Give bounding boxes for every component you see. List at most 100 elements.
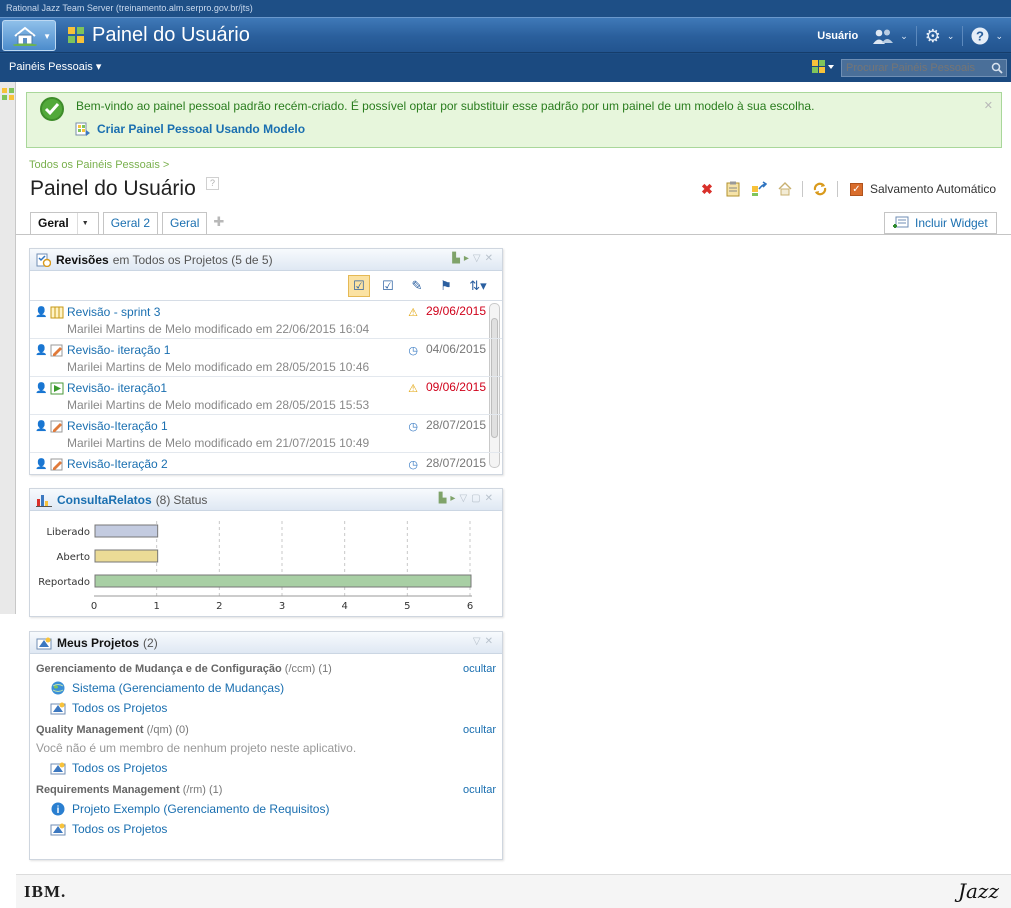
search-box[interactable] bbox=[841, 59, 1007, 77]
project-link-label[interactable]: Sistema (Gerenciamento de Mudanças) bbox=[72, 681, 284, 695]
dashboard-icon bbox=[68, 27, 84, 43]
create-from-template-link[interactable]: Criar Painel Pessoal Usando Modelo bbox=[75, 121, 305, 137]
status-bar-chart: 0 1 2 3 4 5 6 Liberado Aberto Reportado bbox=[38, 521, 473, 612]
collapse-icon[interactable]: ▽ bbox=[473, 636, 485, 647]
status-chart: 0 1 2 3 4 5 6 Liberado Aberto Reportado bbox=[30, 511, 502, 615]
autosave-checkbox[interactable]: ✓ bbox=[850, 182, 863, 196]
filter-approved-icon[interactable]: ☑ bbox=[377, 275, 399, 297]
reviews-widget: Revisões em Todos os Projetos (5 de 5) ▙… bbox=[29, 248, 503, 475]
clipboard-icon[interactable] bbox=[724, 180, 742, 198]
person-icon: 👤 bbox=[35, 459, 48, 470]
delete-icon[interactable]: ✖ bbox=[698, 180, 716, 198]
dashboard-grid-icon[interactable] bbox=[812, 60, 836, 74]
close-icon[interactable]: ✕ bbox=[984, 99, 993, 112]
svg-text:i: i bbox=[57, 805, 60, 816]
section-header: Gerenciamento de Mudança e de Configuraç… bbox=[36, 663, 496, 675]
review-name-link[interactable]: Revisão- iteração1 bbox=[67, 381, 167, 395]
close-widget-icon[interactable]: ✕ bbox=[485, 636, 497, 647]
home-page-icon[interactable] bbox=[776, 180, 794, 198]
projects-count: (2) bbox=[143, 635, 158, 650]
project-link[interactable]: Todos os Projetos bbox=[50, 761, 496, 775]
hide-section-link[interactable]: ocultar bbox=[463, 724, 496, 736]
project-link-label[interactable]: Todos os Projetos bbox=[72, 822, 167, 836]
project-link-label[interactable]: Projeto Exemplo (Gerenciamento de Requis… bbox=[72, 802, 329, 816]
help-question-icon[interactable]: ? bbox=[206, 177, 219, 190]
sort-menu-icon[interactable]: ⇅▾ bbox=[464, 275, 492, 297]
project-link[interactable]: Todos os Projetos bbox=[50, 822, 496, 836]
review-name-link[interactable]: Revisão-Iteração 2 bbox=[67, 457, 168, 471]
person-icon: 👤 bbox=[35, 307, 48, 318]
category-label: Liberado bbox=[46, 527, 90, 538]
empty-message: Você não é um membro de nenhum projeto n… bbox=[36, 741, 357, 755]
move-widget-icon[interactable]: ▙▸ bbox=[452, 253, 473, 264]
section-count: (1) bbox=[209, 784, 223, 796]
project-link-label[interactable]: Todos os Projetos bbox=[72, 761, 167, 775]
review-meta: Marilei Martins de Melo modificado em 28… bbox=[67, 398, 370, 412]
consulta-title-link[interactable]: ConsultaRelatos bbox=[57, 493, 152, 507]
home-menu-caret-icon[interactable]: ▼ bbox=[43, 32, 51, 41]
widget-controls[interactable]: ▙▸▽▢✕ bbox=[439, 493, 497, 504]
search-input[interactable] bbox=[842, 60, 982, 76]
tab-geral[interactable]: Geral bbox=[162, 212, 208, 234]
search-icon[interactable] bbox=[991, 62, 1003, 74]
filter-checked-icon[interactable]: ☑ bbox=[348, 274, 370, 297]
project-link[interactable]: Todos os Projetos bbox=[50, 701, 496, 715]
review-name-link[interactable]: Revisão-Iteração 1 bbox=[67, 419, 168, 433]
section-header: Quality Management (/qm) (0) ocultar bbox=[36, 724, 496, 736]
collapse-icon[interactable]: ▽ bbox=[473, 253, 485, 264]
review-row[interactable]: 👤 Revisão - sprint 3 Marilei Martins de Me… bbox=[30, 301, 502, 339]
review-due-date: 28/07/2015 bbox=[425, 418, 486, 432]
review-row[interactable]: 👤 Revisão-Iteração 1 Marilei Martins de Me… bbox=[30, 415, 502, 453]
add-widget-icon bbox=[893, 216, 909, 228]
help-menu[interactable]: ? ⌄ bbox=[963, 18, 1011, 54]
review-row[interactable]: 👤 Revisão-Iteração 2 ◷ 28/07/2015 bbox=[30, 453, 502, 471]
move-widget-icon[interactable]: ▙▸ bbox=[439, 493, 460, 504]
close-widget-icon[interactable]: ✕ bbox=[485, 493, 497, 504]
hide-section-link[interactable]: ocultar bbox=[463, 784, 496, 796]
widget-controls[interactable]: ▽✕ bbox=[473, 636, 497, 647]
tab-geral-active[interactable]: Geral ▼ bbox=[30, 212, 99, 234]
top-banner: Rational Jazz Team Server (treinamento.a… bbox=[0, 0, 1011, 82]
review-name-link[interactable]: Revisão - sprint 3 bbox=[67, 305, 160, 319]
section-title: Gerenciamento de Mudança e de Configuraç… bbox=[36, 663, 332, 675]
category-label: Reportado bbox=[38, 577, 90, 588]
refresh-icon[interactable] bbox=[811, 180, 829, 198]
review-meta: Marilei Martins de Melo modificado em 21… bbox=[67, 436, 370, 450]
personal-dashboards-menu[interactable]: Painéis Pessoais ▾ bbox=[9, 60, 101, 73]
play-icon bbox=[50, 382, 64, 395]
svg-text:?: ? bbox=[976, 29, 984, 44]
review-name-link[interactable]: Revisão- iteração 1 bbox=[67, 343, 170, 357]
maximize-icon[interactable]: ▢ bbox=[471, 493, 484, 504]
home-button[interactable]: ▼ bbox=[2, 20, 56, 51]
review-due-date: 29/06/2015 bbox=[425, 304, 486, 318]
user-label[interactable]: Usuário bbox=[817, 30, 858, 42]
bar-reportado bbox=[94, 574, 472, 588]
close-widget-icon[interactable]: ✕ bbox=[485, 253, 497, 264]
share-icon[interactable] bbox=[750, 180, 768, 198]
filter-edited-icon[interactable]: ✎ bbox=[406, 275, 428, 297]
review-row[interactable]: 👤 Revisão- iteração1 Marilei Martins de Me… bbox=[30, 377, 502, 415]
review-row[interactable]: 👤 Revisão- iteração 1 Marilei Martins de M… bbox=[30, 339, 502, 377]
user-menu[interactable]: ⌄ bbox=[864, 18, 916, 54]
collapse-icon[interactable]: ▽ bbox=[459, 493, 471, 504]
tab-geral-2[interactable]: Geral 2 bbox=[102, 212, 159, 234]
filter-report-icon[interactable]: ⚑ bbox=[435, 275, 457, 297]
mini-dashboard-icon[interactable] bbox=[2, 88, 14, 100]
breadcrumb[interactable]: Todos os Painéis Pessoais > bbox=[29, 159, 169, 171]
x-tick-label: 5 bbox=[404, 601, 410, 612]
autosave-toggle[interactable]: ✓ Salvamento Automático bbox=[850, 182, 996, 196]
hide-section-link[interactable]: ocultar bbox=[463, 663, 496, 675]
settings-menu[interactable]: ⚙ ⌄ bbox=[917, 18, 963, 54]
tab-menu-caret-icon[interactable]: ▼ bbox=[76, 213, 91, 234]
project-link[interactable]: i Projeto Exemplo (Gerenciamento de Requi… bbox=[50, 802, 496, 816]
sub-bar: Painéis Pessoais ▾ bbox=[0, 54, 1011, 82]
x-tick-label: 3 bbox=[279, 601, 285, 612]
widget-controls[interactable]: ▙▸▽✕ bbox=[452, 253, 497, 264]
add-tab-icon[interactable]: ✚ bbox=[213, 212, 224, 234]
x-tick-label: 2 bbox=[216, 601, 222, 612]
reviews-list: 👤 Revisão - sprint 3 Marilei Martins de Me… bbox=[30, 301, 502, 471]
globe-icon bbox=[50, 681, 66, 695]
add-widget-button[interactable]: Incluir Widget bbox=[884, 212, 997, 234]
project-link[interactable]: Sistema (Gerenciamento de Mudanças) bbox=[50, 681, 496, 695]
project-link-label[interactable]: Todos os Projetos bbox=[72, 701, 167, 715]
